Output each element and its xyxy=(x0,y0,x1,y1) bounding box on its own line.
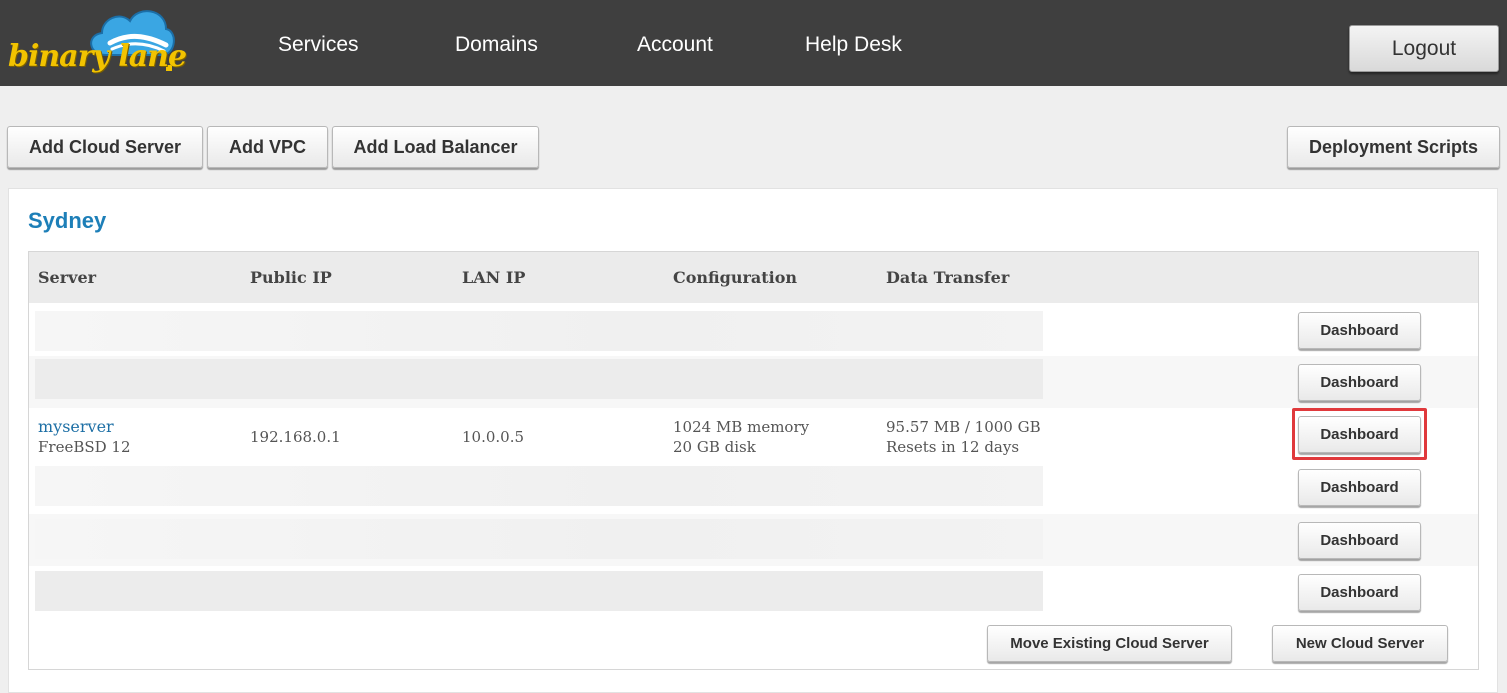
dashboard-button[interactable]: Dashboard xyxy=(1298,522,1421,559)
server-os: FreeBSD 12 xyxy=(38,438,131,456)
server-memory: 1024 MB memory xyxy=(673,418,810,436)
nav-account[interactable]: Account xyxy=(637,33,713,57)
table-row-placeholder xyxy=(35,519,1043,559)
highlight-box xyxy=(1292,408,1427,460)
server-transfer-reset: Resets in 12 days xyxy=(886,438,1020,456)
dashboard-button[interactable]: Dashboard xyxy=(1298,312,1421,349)
column-header-lan-ip: LAN IP xyxy=(462,268,526,287)
nav-help-desk[interactable]: Help Desk xyxy=(805,33,902,57)
server-disk: 20 GB disk xyxy=(673,438,756,456)
nav-services[interactable]: Services xyxy=(278,33,359,57)
nav-domains[interactable]: Domains xyxy=(455,33,538,57)
logo-text: binary lane xyxy=(8,39,187,74)
logout-button[interactable]: Logout xyxy=(1349,25,1499,72)
binary-lane-logo[interactable]: binary lane xyxy=(6,5,187,81)
dashboard-button[interactable]: Dashboard xyxy=(1298,574,1421,611)
column-header-public-ip: Public IP xyxy=(250,268,332,287)
table-row-placeholder xyxy=(35,311,1043,351)
table-row-placeholder xyxy=(35,571,1043,611)
dashboard-button[interactable]: Dashboard xyxy=(1298,364,1421,401)
dashboard-button[interactable]: Dashboard xyxy=(1298,469,1421,506)
column-header-configuration: Configuration xyxy=(673,268,798,287)
table-row-placeholder xyxy=(35,466,1043,506)
top-navigation-bar xyxy=(0,0,1507,86)
move-existing-cloud-server-button[interactable]: Move Existing Cloud Server xyxy=(987,625,1232,662)
region-title: Sydney xyxy=(28,208,107,233)
table-row-placeholder xyxy=(35,359,1043,399)
deployment-scripts-button[interactable]: Deployment Scripts xyxy=(1287,126,1500,168)
column-header-server: Server xyxy=(38,268,97,287)
add-vpc-button[interactable]: Add VPC xyxy=(207,126,328,168)
column-header-data-transfer: Data Transfer xyxy=(886,268,1010,287)
add-load-balancer-button[interactable]: Add Load Balancer xyxy=(332,126,539,168)
server-public-ip: 192.168.0.1 xyxy=(250,428,341,446)
add-cloud-server-button[interactable]: Add Cloud Server xyxy=(7,126,203,168)
new-cloud-server-button[interactable]: New Cloud Server xyxy=(1272,625,1448,662)
server-name-link[interactable]: myserver xyxy=(38,417,114,437)
server-lan-ip: 10.0.0.5 xyxy=(462,428,525,446)
server-data-transfer: 95.57 MB / 1000 GB xyxy=(886,418,1041,436)
